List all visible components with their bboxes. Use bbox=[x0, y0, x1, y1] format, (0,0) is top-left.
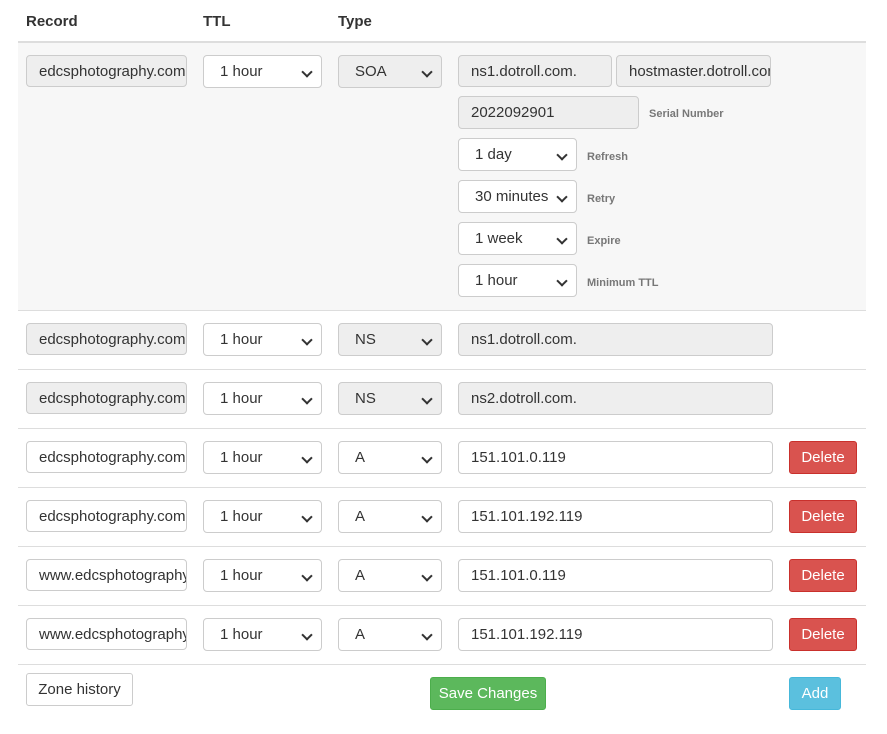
table-row: edcsphotography.com. 1 hour A 151.101.19… bbox=[18, 488, 866, 547]
type-select[interactable]: A bbox=[338, 500, 442, 533]
table-row: edcsphotography.com. 1 hour NS ns1.dotro… bbox=[18, 311, 866, 370]
table-row: www.edcsphotography.com. 1 hour A 151.10… bbox=[18, 547, 866, 606]
delete-button[interactable]: Delete bbox=[789, 500, 857, 533]
record-name-field[interactable]: edcsphotography.com. bbox=[26, 55, 187, 87]
ttl-select[interactable]: 1 hour bbox=[203, 559, 322, 592]
column-header-type: Type bbox=[338, 13, 372, 30]
primary-ns-field[interactable]: ns1.dotroll.com. bbox=[458, 55, 612, 87]
delete-button[interactable]: Delete bbox=[789, 559, 857, 592]
minimum-ttl-label: Minimum TTL bbox=[587, 277, 659, 289]
ttl-select[interactable]: 1 hour bbox=[203, 500, 322, 533]
table-header: Record TTL Type bbox=[18, 0, 866, 43]
record-name-field[interactable]: edcsphotography.com. bbox=[26, 441, 187, 473]
type-select[interactable]: A bbox=[338, 441, 442, 474]
type-select[interactable]: A bbox=[338, 618, 442, 651]
column-header-ttl: TTL bbox=[203, 13, 231, 30]
add-button[interactable]: Add bbox=[789, 677, 841, 710]
ttl-select[interactable]: 1 hour bbox=[203, 323, 322, 356]
delete-button[interactable]: Delete bbox=[789, 618, 857, 651]
column-header-record: Record bbox=[26, 13, 78, 30]
record-value-field[interactable]: ns1.dotroll.com. bbox=[458, 323, 773, 356]
record-value-field[interactable]: ns2.dotroll.com. bbox=[458, 382, 773, 415]
record-value-field[interactable]: 151.101.192.119 bbox=[458, 500, 773, 533]
ttl-select[interactable]: 1 hour bbox=[203, 441, 322, 474]
record-name-field[interactable]: www.edcsphotography.com. bbox=[26, 559, 187, 591]
retry-label: Retry bbox=[587, 193, 616, 205]
record-name-field[interactable]: www.edcsphotography.com. bbox=[26, 618, 187, 650]
refresh-select[interactable]: 1 day bbox=[458, 138, 577, 171]
retry-select[interactable]: 30 minutes bbox=[458, 180, 577, 213]
ttl-select[interactable]: 1 hour bbox=[203, 618, 322, 651]
type-select[interactable]: NS bbox=[338, 323, 442, 356]
record-name-field[interactable]: edcsphotography.com. bbox=[26, 500, 187, 532]
ttl-select[interactable]: 1 hour bbox=[203, 55, 322, 88]
ttl-select[interactable]: 1 hour bbox=[203, 382, 322, 415]
zone-history-button[interactable]: Zone history bbox=[26, 673, 133, 706]
serial-number-field[interactable]: 2022092901 bbox=[458, 96, 639, 129]
table-row: edcsphotography.com. 1 hour A 151.101.0.… bbox=[18, 429, 866, 488]
record-value-field[interactable]: 151.101.0.119 bbox=[458, 441, 773, 474]
type-select[interactable]: NS bbox=[338, 382, 442, 415]
expire-select[interactable]: 1 week bbox=[458, 222, 577, 255]
record-value-field[interactable]: 151.101.0.119 bbox=[458, 559, 773, 592]
record-name-field[interactable]: edcsphotography.com. bbox=[26, 382, 187, 414]
table-row: edcsphotography.com. 1 hour NS ns2.dotro… bbox=[18, 370, 866, 429]
hostmaster-field[interactable]: hostmaster.dotroll.com. bbox=[616, 55, 771, 87]
table-row-soa: edcsphotography.com. 1 hour SOA ns1.dotr… bbox=[18, 43, 866, 311]
record-name-field[interactable]: edcsphotography.com. bbox=[26, 323, 187, 355]
serial-number-label: Serial Number bbox=[649, 108, 724, 120]
table-row: www.edcsphotography.com. 1 hour A 151.10… bbox=[18, 606, 866, 665]
record-value-field[interactable]: 151.101.192.119 bbox=[458, 618, 773, 651]
save-changes-button[interactable]: Save Changes bbox=[430, 677, 546, 710]
refresh-label: Refresh bbox=[587, 151, 628, 163]
expire-label: Expire bbox=[587, 235, 621, 247]
type-select[interactable]: SOA bbox=[338, 55, 442, 88]
minimum-ttl-select[interactable]: 1 hour bbox=[458, 264, 577, 297]
type-select[interactable]: A bbox=[338, 559, 442, 592]
delete-button[interactable]: Delete bbox=[789, 441, 857, 474]
